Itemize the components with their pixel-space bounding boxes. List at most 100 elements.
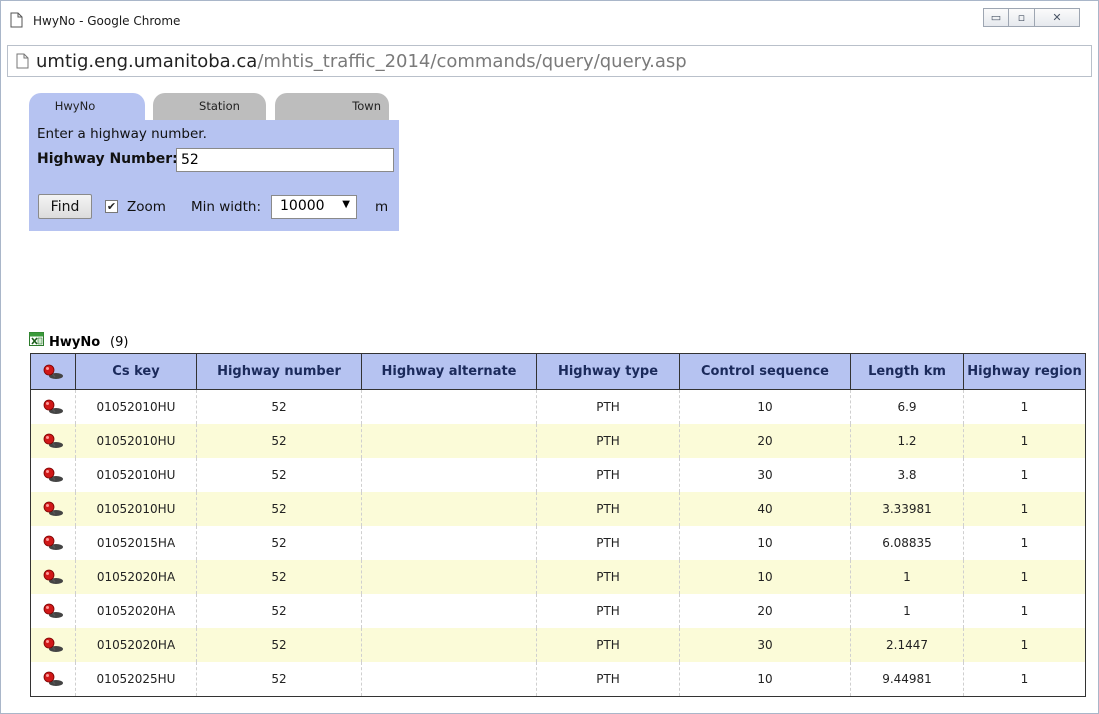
highway-alternate-cell [361, 389, 537, 424]
min-width-unit: m [375, 199, 389, 215]
table-row[interactable]: 01052010HU 52 PTH 30 3.8 1 [31, 458, 1086, 492]
highway-number-cell: 52 [196, 492, 362, 526]
control-sequence-cell: 30 [679, 458, 851, 492]
highway-number-cell: 52 [196, 389, 362, 424]
map-pin-icon [43, 433, 63, 448]
table-row[interactable]: 01052020HA 52 PTH 20 1 1 [31, 594, 1086, 628]
col-highway-alternate[interactable]: Highway alternate [361, 353, 537, 390]
tab-hwyno[interactable]: HwyNo [29, 93, 145, 120]
highway-alternate-cell [361, 662, 537, 697]
zoom-label: Zoom [127, 199, 166, 215]
table-header-row: Cs key Highway number Highway alternate … [30, 353, 1086, 390]
cs-key-cell: 01052010HU [75, 424, 197, 458]
zoom-to-feature-button[interactable] [31, 594, 76, 628]
table-row[interactable]: 01052015HA 52 PTH 10 6.08835 1 [31, 526, 1086, 560]
length-km-cell: 3.8 [850, 458, 964, 492]
length-km-cell: 6.08835 [850, 526, 964, 560]
highway-region-cell: 1 [963, 662, 1086, 697]
zoom-to-feature-button[interactable] [30, 424, 76, 458]
cs-key-cell: 01052010HU [75, 458, 197, 492]
maximize-button[interactable]: ▫ [1009, 8, 1035, 27]
col-highway-region[interactable]: Highway region [963, 353, 1086, 390]
highway-number-input[interactable] [176, 148, 394, 172]
highway-number-cell: 52 [196, 628, 362, 662]
col-length-km[interactable]: Length km [850, 353, 964, 390]
excel-export-icon[interactable] [29, 332, 44, 346]
zoom-checkbox[interactable]: ✔ [105, 200, 118, 213]
highway-type-cell: PTH [536, 424, 680, 458]
length-km-cell: 1 [850, 594, 964, 628]
url-text: umtig.eng.umanitoba.ca/mhtis_traffic_201… [36, 51, 687, 73]
results-count: (9) [110, 335, 129, 350]
table-row[interactable]: 01052010HU 52 PTH 10 6.9 1 [31, 389, 1086, 425]
min-width-label: Min width: [191, 199, 262, 215]
zoom-to-feature-button[interactable] [31, 458, 76, 492]
tab-station[interactable]: Station [153, 93, 266, 120]
zoom-to-feature-button[interactable] [31, 662, 76, 697]
control-sequence-cell: 40 [679, 492, 851, 526]
close-icon: ✕ [1052, 11, 1062, 24]
highway-alternate-cell [361, 628, 537, 662]
length-km-cell: 6.9 [850, 389, 964, 424]
cs-key-cell: 01052010HU [75, 389, 197, 424]
col-highway-number[interactable]: Highway number [196, 353, 362, 390]
table-row[interactable]: 01052025HU 52 PTH 10 9.44981 1 [31, 662, 1086, 697]
table-row[interactable]: 01052020HA 52 PTH 10 1 1 [30, 560, 1086, 594]
map-pin-header[interactable] [30, 353, 76, 390]
control-sequence-cell: 10 [679, 560, 851, 594]
col-cs-key[interactable]: Cs key [75, 353, 197, 390]
zoom-to-feature-button[interactable] [31, 390, 76, 425]
length-km-cell: 3.33981 [850, 492, 964, 526]
length-km-cell: 2.1447 [850, 628, 964, 662]
tab-town[interactable]: Town [275, 93, 389, 120]
highway-type-cell: PTH [536, 594, 680, 628]
control-sequence-cell: 20 [679, 594, 851, 628]
query-tabs: HwyNo Station Town [29, 93, 399, 120]
highway-number-label: Highway Number: [37, 151, 178, 167]
zoom-to-feature-button[interactable] [30, 560, 76, 594]
min-width-value: 10000 [280, 198, 325, 214]
highway-number-cell: 52 [196, 526, 362, 560]
highway-number-cell: 52 [196, 662, 362, 697]
control-sequence-cell: 20 [679, 424, 851, 458]
length-km-cell: 1 [850, 560, 964, 594]
col-highway-type[interactable]: Highway type [536, 353, 680, 390]
highway-type-cell: PTH [536, 389, 680, 424]
highway-type-cell: PTH [536, 458, 680, 492]
highway-region-cell: 1 [963, 389, 1086, 424]
highway-region-cell: 1 [963, 560, 1086, 594]
highway-region-cell: 1 [963, 526, 1086, 560]
zoom-to-feature-button[interactable] [30, 628, 76, 662]
map-pin-icon [43, 501, 63, 516]
address-bar[interactable]: umtig.eng.umanitoba.ca/mhtis_traffic_201… [7, 45, 1092, 77]
map-pin-icon [43, 569, 63, 584]
min-width-select[interactable]: 10000 ▼ [271, 195, 357, 219]
minimize-button[interactable]: ▭ [983, 8, 1009, 27]
highway-alternate-cell [361, 492, 537, 526]
highway-region-cell: 1 [963, 628, 1086, 662]
highway-alternate-cell [361, 424, 537, 458]
map-pin-icon [43, 671, 63, 686]
zoom-to-feature-button[interactable] [30, 492, 76, 526]
highway-number-cell: 52 [196, 424, 362, 458]
highway-alternate-cell [361, 594, 537, 628]
highway-alternate-cell [361, 526, 537, 560]
cs-key-cell: 01052015HA [75, 526, 197, 560]
url-host: umtig.eng.umanitoba.ca [36, 51, 258, 72]
map-pin-icon [43, 637, 63, 652]
table-row[interactable]: 01052020HA 52 PTH 30 2.1447 1 [30, 628, 1086, 662]
query-panel: HwyNo Station Town Enter a highway numbe… [29, 93, 399, 231]
find-button[interactable]: Find [38, 194, 92, 219]
zoom-to-feature-button[interactable] [31, 526, 76, 560]
table-row[interactable]: 01052010HU 52 PTH 40 3.33981 1 [30, 492, 1086, 526]
highway-region-cell: 1 [963, 458, 1086, 492]
map-pin-icon [43, 399, 63, 414]
col-control-sequence[interactable]: Control sequence [679, 353, 851, 390]
highway-type-cell: PTH [536, 526, 680, 560]
page-icon [10, 12, 23, 28]
close-button[interactable]: ✕ [1035, 8, 1080, 27]
table-row[interactable]: 01052010HU 52 PTH 20 1.2 1 [30, 424, 1086, 458]
highway-alternate-cell [361, 560, 537, 594]
title-bar: HwyNo - Google Chrome ▭ ▫ ✕ [1, 1, 1098, 41]
control-sequence-cell: 10 [679, 662, 851, 697]
